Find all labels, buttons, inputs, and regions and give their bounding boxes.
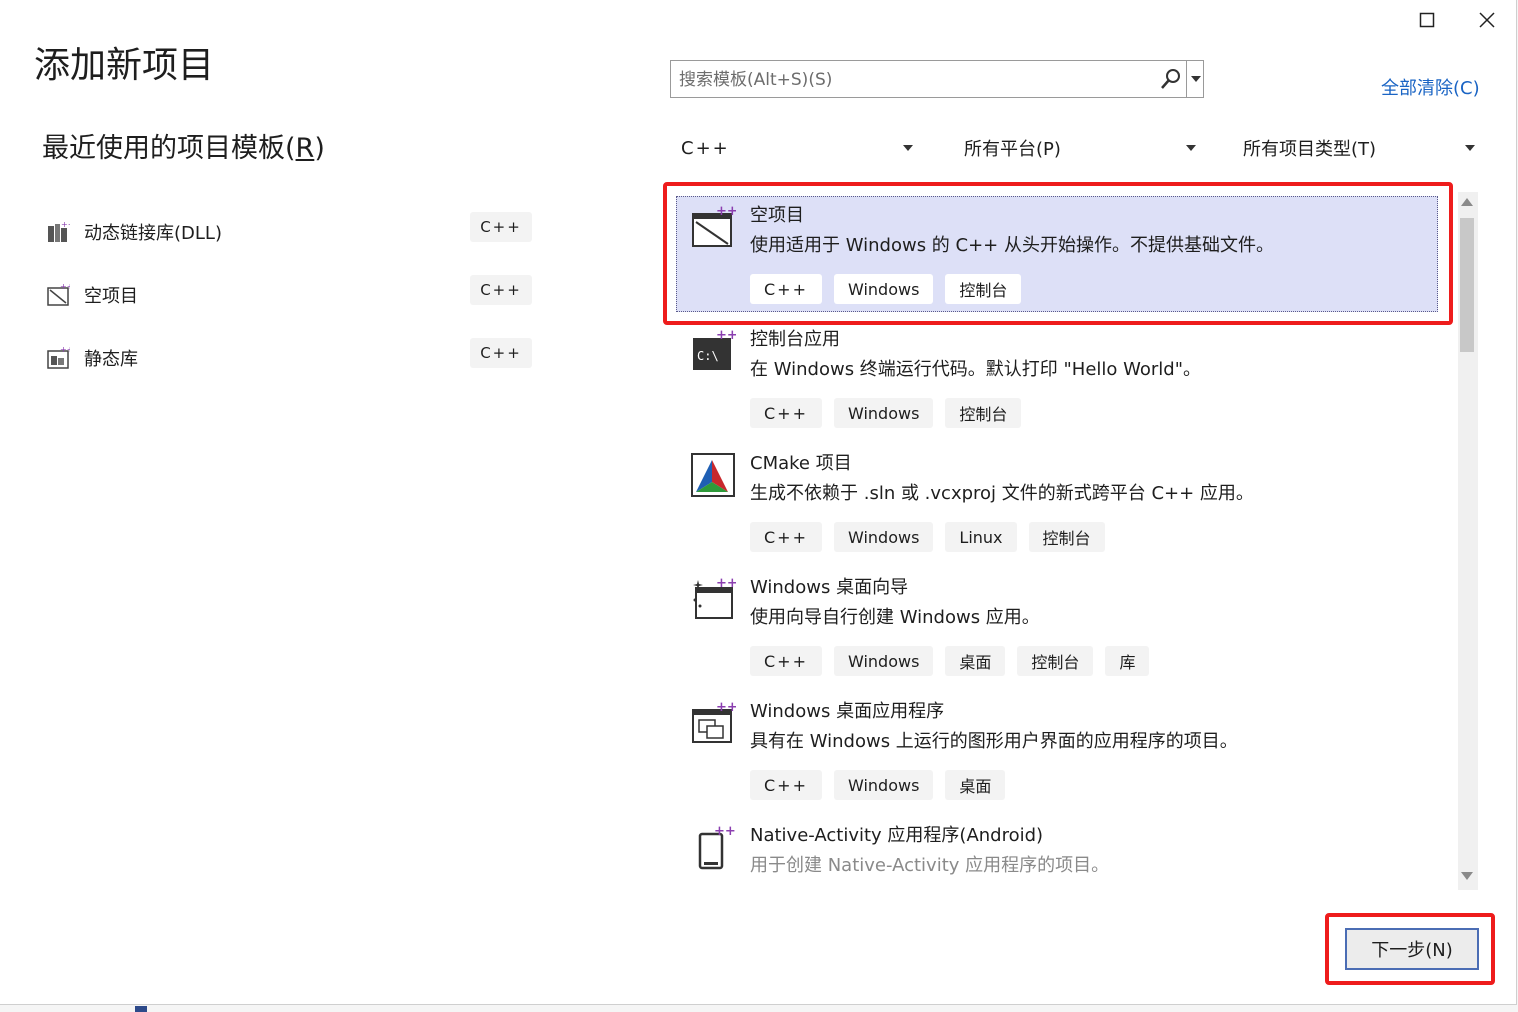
clear-all-link[interactable]: 全部清除(C) — [1381, 74, 1480, 100]
tag: 桌面 — [945, 770, 1006, 800]
tag: 桌面 — [945, 646, 1006, 676]
tag: Windows — [833, 646, 934, 676]
template-tags: C++ Windows 桌面 控制台 库 — [750, 646, 1150, 676]
tag: Windows — [833, 522, 934, 552]
search-options-dropdown[interactable] — [1186, 61, 1205, 97]
chevron-down-icon — [1186, 145, 1196, 151]
template-search-box — [670, 60, 1204, 98]
template-item-console-app[interactable]: C:\ ++ 控制台应用 在 Windows 终端运行代码。默认打印 "Hello… — [670, 316, 1458, 440]
desktop-wizard-icon: ++ — [690, 576, 738, 622]
template-list-scrollbar[interactable] — [1458, 192, 1478, 890]
template-name: Windows 桌面应用程序 — [750, 701, 945, 722]
template-tags: C++ Windows 控制台 — [750, 274, 1022, 304]
tag: C++ — [750, 646, 822, 676]
recent-templates-title: 最近使用的项目模板(R) — [42, 133, 325, 164]
template-item-desktop-app[interactable]: ++ Windows 桌面应用程序 具有在 Windows 上运行的图形用户界面… — [670, 688, 1458, 812]
search-icon[interactable] — [1159, 67, 1183, 91]
static-library-icon: ++ — [46, 344, 74, 372]
template-name: CMake 项目 — [750, 453, 852, 474]
close-icon — [1479, 12, 1495, 28]
template-list: ++ 空项目 使用适用于 Windows 的 C++ 从头开始操作。不提供基础文… — [670, 192, 1458, 890]
template-name: 控制台应用 — [750, 329, 840, 350]
template-item-desktop-wizard[interactable]: ++ Windows 桌面向导 使用向导自行创建 Windows 应用。 C++… — [670, 564, 1458, 688]
chevron-down-icon — [903, 145, 913, 151]
template-description: 使用向导自行创建 Windows 应用。 — [750, 607, 1040, 628]
tag: 库 — [1105, 646, 1150, 676]
svg-text:++: ++ — [716, 204, 736, 219]
empty-project-icon: ++ — [690, 204, 738, 250]
android-native-icon: ++ — [690, 824, 736, 870]
svg-text:++: ++ — [714, 824, 736, 839]
svg-text:C:\: C:\ — [697, 349, 719, 363]
template-tags: C++ Windows Linux 控制台 — [750, 522, 1105, 552]
svg-text:++: ++ — [716, 328, 736, 343]
cmake-icon — [690, 452, 736, 498]
maximize-button[interactable] — [1409, 6, 1445, 34]
scroll-up-arrow-icon[interactable] — [1461, 198, 1473, 206]
recent-item-empty-project[interactable]: ++ 空项目 C++ — [40, 263, 540, 326]
tag: 控制台 — [945, 398, 1022, 428]
recent-item-label: 空项目 — [84, 285, 138, 307]
svg-text:++: ++ — [60, 283, 70, 291]
template-tags: C++ Windows 桌面 — [750, 770, 1006, 800]
close-button[interactable] — [1469, 6, 1505, 34]
template-description: 具有在 Windows 上运行的图形用户界面的应用程序的项目。 — [750, 731, 1238, 752]
project-type-filter[interactable]: 所有项目类型(T) — [1243, 130, 1475, 166]
dll-project-icon: ++ — [46, 218, 74, 246]
recent-templates-list: ++ 动态链接库(DLL) C++ ++ 空项目 C++ ++ 静态库 C++ — [40, 200, 540, 389]
template-description: 用于创建 Native-Activity 应用程序的项目。 — [750, 855, 1110, 876]
chevron-down-icon — [1465, 145, 1475, 151]
template-tags: C++ Windows 控制台 — [750, 398, 1022, 428]
svg-text:++: ++ — [716, 576, 736, 591]
tag: 控制台 — [1017, 646, 1094, 676]
template-item-cmake[interactable]: CMake 项目 生成不依赖于 .sln 或 .vcxproj 文件的新式跨平台… — [670, 440, 1458, 564]
tag: 控制台 — [945, 274, 1022, 304]
empty-project-icon: ++ — [46, 281, 74, 309]
template-item-empty-project[interactable]: ++ 空项目 使用适用于 Windows 的 C++ 从头开始操作。不提供基础文… — [670, 192, 1458, 316]
tag: Windows — [833, 274, 934, 304]
recent-item-label: 静态库 — [84, 348, 138, 370]
language-tag: C++ — [470, 275, 532, 305]
dialog-title: 添加新项目 — [34, 45, 215, 86]
platform-filter[interactable]: 所有平台(P) — [964, 130, 1196, 166]
chevron-down-icon — [1191, 76, 1201, 82]
taskbar-fragment — [135, 1006, 147, 1012]
template-description: 在 Windows 终端运行代码。默认打印 "Hello World"。 — [750, 359, 1202, 380]
maximize-icon — [1419, 12, 1435, 28]
language-tag: C++ — [470, 212, 532, 242]
tag: C++ — [750, 770, 822, 800]
add-new-project-dialog: 添加新项目 最近使用的项目模板(R) ++ 动态链接库(DLL) C++ ++ … — [0, 0, 1517, 1005]
platform-filter-value: 所有平台(P) — [964, 139, 1061, 160]
tag: C++ — [750, 274, 822, 304]
recent-item-static-library[interactable]: ++ 静态库 C++ — [40, 326, 540, 389]
desktop-app-icon: ++ — [690, 700, 738, 746]
search-input[interactable] — [677, 65, 1151, 95]
template-name: Windows 桌面向导 — [750, 577, 909, 598]
template-name: 空项目 — [750, 205, 804, 226]
recent-item-label: 动态链接库(DLL) — [84, 222, 222, 244]
template-name: Native-Activity 应用程序(Android) — [750, 825, 1044, 846]
tag: Windows — [833, 398, 934, 428]
svg-text:++: ++ — [60, 346, 70, 354]
next-button[interactable]: 下一步(N) — [1345, 928, 1479, 970]
scroll-down-arrow-icon[interactable] — [1461, 872, 1473, 880]
scrollbar-thumb[interactable] — [1460, 218, 1474, 352]
project-type-filter-value: 所有项目类型(T) — [1243, 139, 1377, 160]
template-item-native-activity[interactable]: ++ Native-Activity 应用程序(Android) 用于创建 Na… — [670, 812, 1458, 890]
template-description: 生成不依赖于 .sln 或 .vcxproj 文件的新式跨平台 C++ 应用。 — [750, 483, 1254, 504]
recent-item-dll[interactable]: ++ 动态链接库(DLL) C++ — [40, 200, 540, 263]
svg-text:++: ++ — [61, 220, 70, 229]
tag: 控制台 — [1028, 522, 1105, 552]
console-app-icon: C:\ ++ — [690, 328, 738, 374]
template-description: 使用适用于 Windows 的 C++ 从头开始操作。不提供基础文件。 — [750, 235, 1274, 256]
svg-text:++: ++ — [716, 700, 736, 715]
language-filter[interactable]: C++ — [681, 130, 913, 166]
tag: C++ — [750, 398, 822, 428]
tag: Linux — [945, 522, 1017, 552]
tag: C++ — [750, 522, 822, 552]
language-filter-value: C++ — [681, 137, 730, 159]
tag: Windows — [833, 770, 934, 800]
language-tag: C++ — [470, 338, 532, 368]
